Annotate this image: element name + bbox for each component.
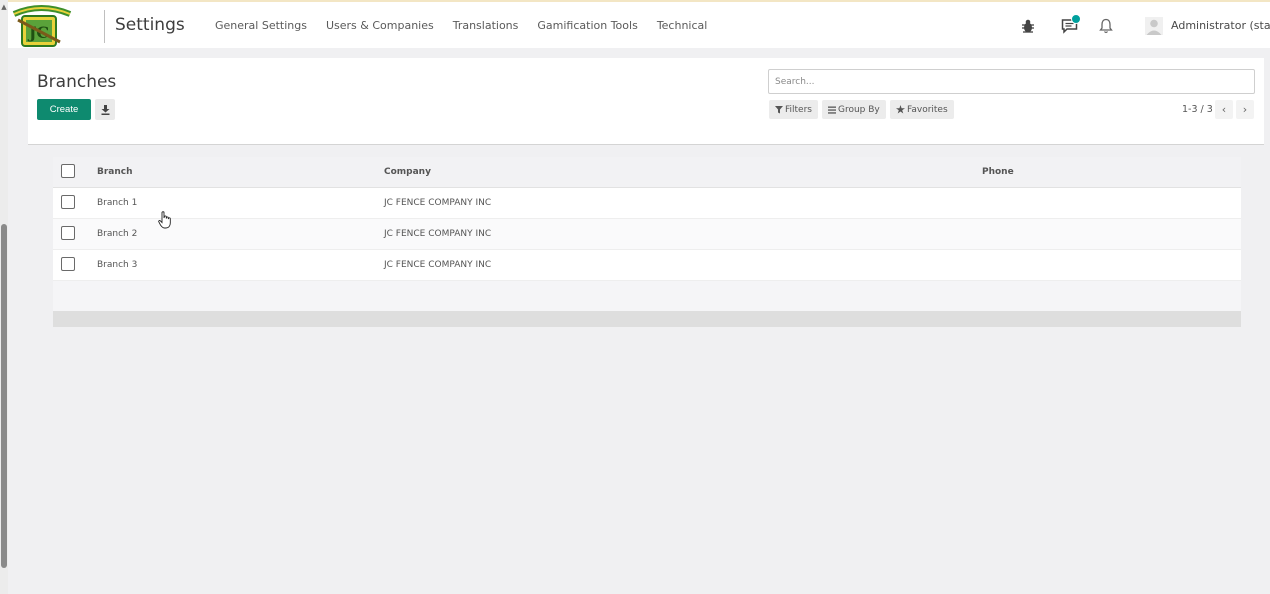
search-input[interactable]: [768, 69, 1255, 94]
column-header-phone[interactable]: Phone: [982, 167, 1014, 177]
cell-company: JC FENCE COMPANY INC: [384, 260, 492, 270]
table-footer: [53, 311, 1241, 327]
control-panel: Branches Create Filters Group By Favorit…: [28, 58, 1264, 145]
list-view: Branch Company Phone Branch 1 JC FENCE C…: [53, 157, 1241, 327]
app-title[interactable]: Settings: [115, 15, 185, 35]
scroll-up-icon[interactable]: ▲: [0, 3, 8, 11]
empty-row: [53, 281, 1241, 311]
chat-icon[interactable]: [1060, 14, 1081, 36]
navbar-separator: [104, 10, 105, 43]
menu-general-settings[interactable]: General Settings: [215, 19, 307, 32]
favorites-label: Favorites: [907, 104, 948, 115]
main-menu: General Settings Users & Companies Trans…: [215, 19, 726, 32]
cell-branch: Branch 3: [97, 260, 138, 270]
filters-button[interactable]: Filters: [769, 100, 818, 119]
menu-gamification-tools[interactable]: Gamification Tools: [537, 19, 637, 32]
table-header: Branch Company Phone: [53, 157, 1241, 188]
company-logo[interactable]: JC: [8, 2, 74, 50]
row-checkbox[interactable]: [61, 195, 75, 209]
row-checkbox[interactable]: [61, 257, 75, 271]
menu-technical[interactable]: Technical: [657, 19, 708, 32]
cell-branch: Branch 2: [97, 229, 138, 239]
group-by-label: Group By: [838, 104, 880, 115]
table-row[interactable]: Branch 2 JC FENCE COMPANY INC: [53, 219, 1241, 250]
table-row[interactable]: Branch 3 JC FENCE COMPANY INC: [53, 250, 1241, 281]
cell-branch: Branch 1: [97, 198, 138, 208]
select-all-checkbox[interactable]: [61, 164, 75, 178]
list-icon: [828, 106, 836, 114]
filters-label: Filters: [785, 104, 812, 115]
user-avatar[interactable]: [1145, 17, 1163, 35]
pager-next-icon[interactable]: ›: [1236, 100, 1254, 119]
table-row[interactable]: Branch 1 JC FENCE COMPANY INC: [53, 188, 1241, 219]
column-header-branch[interactable]: Branch: [97, 167, 133, 177]
vertical-scrollbar[interactable]: ▲: [0, 0, 8, 594]
download-icon[interactable]: [95, 99, 115, 120]
message-badge: [1071, 14, 1081, 24]
bug-icon[interactable]: [1018, 16, 1038, 36]
user-menu-name[interactable]: Administrator (sta...: [1171, 19, 1270, 32]
cell-company: JC FENCE COMPANY INC: [384, 198, 492, 208]
pager-value[interactable]: 1-3 / 3: [1182, 104, 1213, 115]
breadcrumb-title: Branches: [37, 72, 117, 92]
column-header-company[interactable]: Company: [384, 167, 431, 177]
hand-cursor-icon: [158, 211, 172, 233]
funnel-icon: [775, 105, 783, 113]
menu-users-companies[interactable]: Users & Companies: [326, 19, 434, 32]
pager-previous-icon[interactable]: ‹: [1215, 100, 1233, 119]
menu-translations[interactable]: Translations: [453, 19, 519, 32]
bell-icon[interactable]: [1096, 16, 1116, 36]
top-navbar: JC Settings General Settings Users & Com…: [8, 0, 1270, 48]
cell-company: JC FENCE COMPANY INC: [384, 229, 492, 239]
favorites-button[interactable]: Favorites: [890, 100, 954, 119]
scrollbar-thumb[interactable]: [1, 224, 7, 568]
star-icon: [896, 105, 905, 114]
create-button[interactable]: Create: [37, 99, 91, 120]
group-by-button[interactable]: Group By: [822, 100, 886, 119]
row-checkbox[interactable]: [61, 226, 75, 240]
